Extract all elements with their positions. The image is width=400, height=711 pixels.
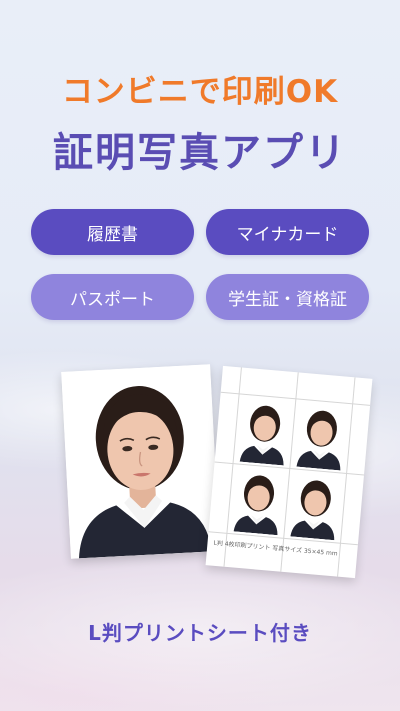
headline-app-title: 証明写真アプリ	[53, 130, 347, 176]
category-button-passport[interactable]: パスポート	[31, 274, 194, 320]
category-button-my-number-card[interactable]: マイナカード	[206, 209, 369, 255]
category-button-resume[interactable]: 履歴書	[31, 209, 194, 255]
footer-print-sheet-text: L判プリントシート付き	[88, 621, 312, 645]
sheet-photo	[287, 472, 343, 541]
sheet-photo	[293, 402, 349, 471]
print-sheet-sample: L判 4枚印刷プリント 写真サイズ 35×45 mm	[205, 365, 373, 579]
id-photo-sample	[61, 364, 220, 559]
sheet-photo	[230, 467, 287, 536]
headline-convenience-print: コンビニで印刷OK	[61, 74, 339, 110]
sheet-photo	[236, 397, 293, 466]
category-button-student-license-id[interactable]: 学生証・資格証	[206, 274, 369, 320]
portrait-illustration	[61, 364, 220, 559]
